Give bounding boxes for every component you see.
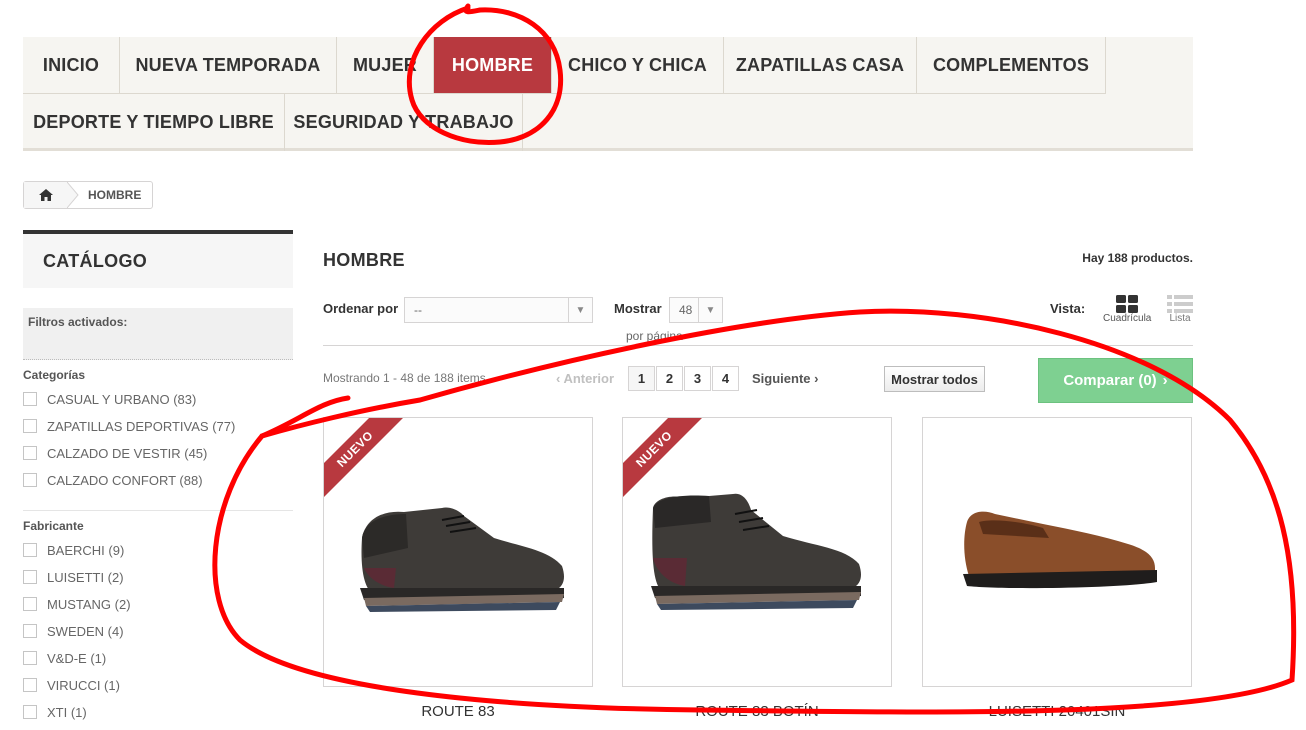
checkbox[interactable] <box>23 651 37 665</box>
breadcrumb: HOMBRE <box>23 181 154 209</box>
per-page-value: 48 <box>679 303 693 317</box>
filter-manufacturer[interactable]: LUISETTI (2) <box>23 568 124 586</box>
filter-label: VIRUCCI (1) <box>47 677 120 693</box>
checkbox[interactable] <box>23 624 37 638</box>
menu-item-seguridad[interactable]: SEGURIDAD Y TRABAJO <box>285 94 523 151</box>
filter-manufacturer[interactable]: SWEDEN (4) <box>23 622 124 640</box>
per-page-select[interactable]: 48 ▼ <box>669 297 723 323</box>
next-label: Siguiente <box>752 371 811 386</box>
catalog-title: CATÁLOGO <box>43 251 148 271</box>
menu-item-mujer[interactable]: MUJER <box>337 37 434 94</box>
checkbox[interactable] <box>23 597 37 611</box>
product-name[interactable]: ROUTE 83 <box>323 703 593 720</box>
page-2[interactable]: 2 <box>656 366 683 391</box>
checkbox[interactable] <box>23 678 37 692</box>
page-1[interactable]: 1 <box>628 366 655 391</box>
view-grid-label: Cuadrícula <box>1103 313 1152 324</box>
filter-category[interactable]: CALZADO DE VESTIR (45) <box>23 444 207 462</box>
menu-item-zapatillas-casa[interactable]: ZAPATILLAS CASA <box>724 37 917 94</box>
prev-label: Anterior <box>563 371 615 386</box>
filter-label: ZAPATILLAS DEPORTIVAS (77) <box>47 418 236 434</box>
divider <box>23 510 293 511</box>
breadcrumb-arrow-icon <box>67 182 79 208</box>
new-badge: NUEVO <box>623 418 706 501</box>
filter-label: BAERCHI (9) <box>47 542 125 558</box>
product-name[interactable]: LUISETTI 20401SIN <box>922 703 1192 720</box>
next-page-link[interactable]: Siguiente › <box>752 371 818 386</box>
filter-label: CALZADO DE VESTIR (45) <box>47 445 208 461</box>
filter-manufacturer[interactable]: V&D-E (1) <box>23 649 106 667</box>
sort-value: -- <box>414 303 422 317</box>
filter-manufacturer[interactable]: XTI (1) <box>23 703 87 721</box>
home-icon <box>38 189 53 201</box>
filter-manufacturer[interactable]: MUSTANG (2) <box>23 595 131 613</box>
filter-category[interactable]: ZAPATILLAS DEPORTIVAS (77) <box>23 417 235 435</box>
filter-manufacturer[interactable]: VIRUCCI (1) <box>23 676 120 694</box>
view-list-label: Lista <box>1169 313 1191 324</box>
chevron-down-icon: ▼ <box>568 298 592 322</box>
checkbox[interactable] <box>23 419 37 433</box>
chevron-right-icon: › <box>810 371 819 386</box>
product-card[interactable] <box>922 417 1192 687</box>
checkbox[interactable] <box>23 473 37 487</box>
compare-label: Comparar (0) <box>1063 372 1157 389</box>
catalog-block: CATÁLOGO <box>23 230 293 288</box>
divider <box>323 345 1193 346</box>
sort-select[interactable]: -- ▼ <box>404 297 593 323</box>
breadcrumb-home[interactable] <box>24 182 68 208</box>
product-name[interactable]: ROUTE 83 BOTÍN <box>622 703 892 720</box>
filter-label: XTI (1) <box>47 704 87 720</box>
filter-label: CASUAL Y URBANO (83) <box>47 391 197 407</box>
page-3[interactable]: 3 <box>684 366 711 391</box>
filter-label: SWEDEN (4) <box>47 623 124 639</box>
active-filters-label: Filtros activados: <box>28 315 128 329</box>
breadcrumb-current: HOMBRE <box>88 188 142 202</box>
view-grid-button[interactable]: Cuadrícula <box>1103 295 1151 324</box>
prev-page-link[interactable]: ‹ Anterior <box>556 371 614 386</box>
menu-item-nueva-temporada[interactable]: NUEVA TEMPORADA <box>120 37 337 94</box>
filter-label: V&D-E (1) <box>47 650 107 666</box>
filter-label: CALZADO CONFORT (88) <box>47 472 203 488</box>
chevron-right-icon: › <box>1162 372 1168 389</box>
top-menu: INICIO NUEVA TEMPORADA MUJER HOMBRE CHIC… <box>23 37 1193 151</box>
per-page-label: por página <box>626 329 683 343</box>
new-badge: NUEVO <box>324 418 407 501</box>
sort-label: Ordenar por <box>323 301 399 316</box>
filter-category[interactable]: CASUAL Y URBANO (83) <box>23 390 196 408</box>
checkbox[interactable] <box>23 392 37 406</box>
product-count: Hay 188 productos. <box>1082 251 1193 265</box>
compare-button[interactable]: Comparar (0) › <box>1038 358 1193 403</box>
view-list-button[interactable]: Lista <box>1167 295 1193 324</box>
menu-item-hombre[interactable]: HOMBRE <box>434 37 552 94</box>
filter-label: MUSTANG (2) <box>47 596 131 612</box>
show-all-button[interactable]: Mostrar todos <box>884 366 985 392</box>
chevron-down-icon: ▼ <box>698 298 722 322</box>
menu-item-deporte[interactable]: DEPORTE Y TIEMPO LIBRE <box>23 94 285 151</box>
filter-manufacturer[interactable]: BAERCHI (9) <box>23 541 124 559</box>
manufacturer-title: Fabricante <box>23 519 84 533</box>
filter-category[interactable]: CALZADO CONFORT (88) <box>23 471 203 489</box>
checkbox[interactable] <box>23 543 37 557</box>
page-4[interactable]: 4 <box>712 366 739 391</box>
product-card[interactable]: NUEVO <box>622 417 892 687</box>
checkbox[interactable] <box>23 705 37 719</box>
menu-item-complementos[interactable]: COMPLEMENTOS <box>917 37 1106 94</box>
view-label: Vista: <box>1050 301 1086 316</box>
filter-label: LUISETTI (2) <box>47 569 124 585</box>
categories-title: Categorías <box>23 368 86 382</box>
product-card[interactable]: NUEVO <box>323 417 593 687</box>
page-title: HOMBRE <box>323 250 405 270</box>
menu-item-chico-y-chica[interactable]: CHICO Y CHICA <box>552 37 724 94</box>
grid-icon <box>1116 295 1139 313</box>
product-image <box>963 511 1157 589</box>
checkbox[interactable] <box>23 446 37 460</box>
showing-text: Mostrando 1 - 48 de 188 items <box>323 371 486 385</box>
show-label: Mostrar <box>614 301 662 316</box>
active-filters: Filtros activados: <box>23 308 293 360</box>
checkbox[interactable] <box>23 570 37 584</box>
menu-item-inicio[interactable]: INICIO <box>23 37 120 94</box>
list-icon <box>1167 295 1193 313</box>
